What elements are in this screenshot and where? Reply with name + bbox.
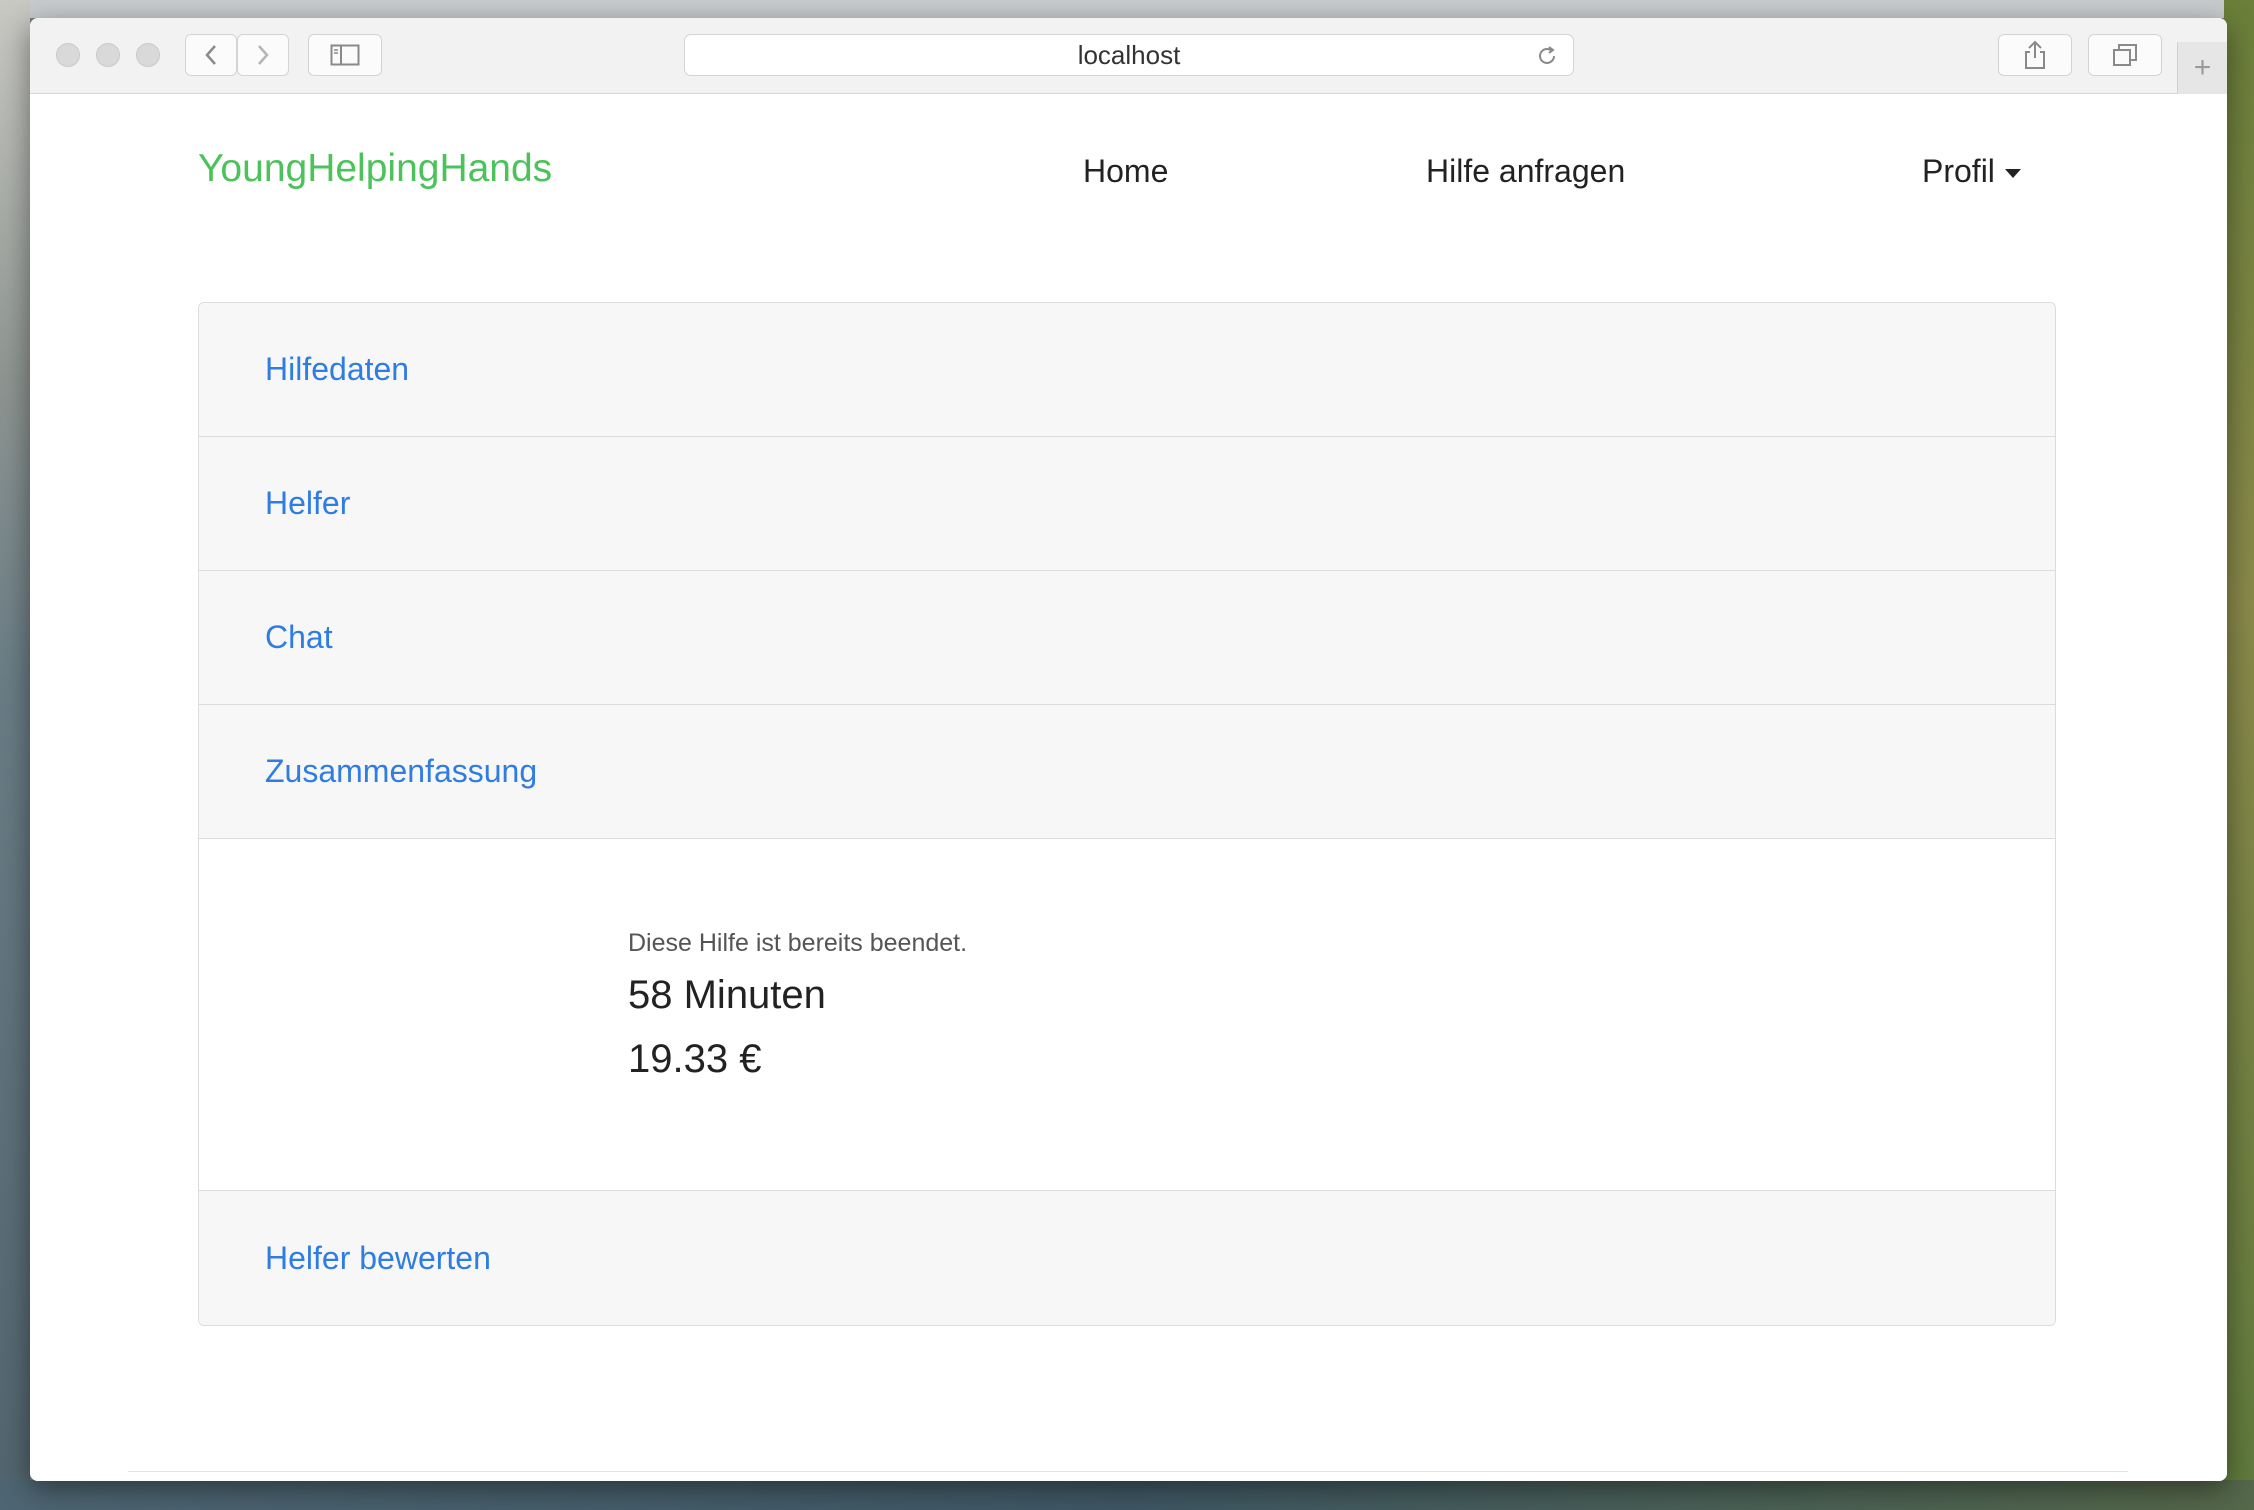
help-price: 19.33 € [628, 1037, 762, 1081]
web-page: YoungHelpingHands Home Hilfe anfragen Pr… [30, 95, 2227, 1481]
caret-down-icon [2004, 169, 2021, 179]
help-status-text: Diese Hilfe ist bereits beendet. [628, 929, 968, 957]
zoom-window-button[interactable] [136, 43, 160, 67]
reload-icon[interactable] [1535, 44, 1559, 68]
accordion-header-label: Helfer [265, 485, 351, 521]
close-window-button[interactable] [56, 43, 80, 67]
browser-toolbar: localhost + [30, 18, 2227, 94]
share-button[interactable] [1998, 34, 2072, 76]
nav-profile-label: Profil [1922, 153, 1995, 189]
accordion-header-label: Zusammenfassung [265, 753, 538, 789]
accordion-header-label: Chat [265, 619, 333, 655]
address-bar[interactable]: localhost [684, 34, 1574, 76]
chevron-left-icon [205, 45, 216, 65]
desktop-background-bottom [0, 1480, 2254, 1510]
nav-request-help-link[interactable]: Hilfe anfragen [1426, 153, 1625, 190]
nav-profile-dropdown[interactable]: Profil [1922, 153, 2021, 190]
nav-home-link[interactable]: Home [1083, 153, 1168, 190]
sidebar-toggle-button[interactable] [308, 34, 382, 76]
brand-logo-link[interactable]: YoungHelpingHands [198, 147, 552, 191]
desktop-background-left [0, 0, 30, 1510]
accordion-header-zusammenfassung[interactable]: Zusammenfassung [199, 705, 2055, 839]
accordion-header-hilfedaten[interactable]: Hilfedaten [199, 303, 2055, 437]
accordion-header-helfer[interactable]: Helfer [199, 437, 2055, 571]
accordion-header-rate-helper[interactable]: Helfer bewerten [199, 1191, 2055, 1325]
accordion-header-label: Hilfedaten [265, 351, 410, 387]
back-button[interactable] [185, 34, 237, 76]
footer-divider [128, 1471, 2128, 1472]
show-tabs-button[interactable] [2088, 34, 2162, 76]
browser-window: localhost + YoungHelpingHands Home Hilfe… [30, 18, 2227, 1481]
summary-panel: Diese Hilfe ist bereits beendet. 58 Minu… [199, 839, 2055, 1191]
plus-icon: + [2193, 51, 2212, 84]
accordion-header-chat[interactable]: Chat [199, 571, 2055, 705]
new-tab-button[interactable]: + [2177, 42, 2227, 94]
help-duration: 58 Minuten [628, 973, 826, 1017]
desktop-background-right [2224, 0, 2254, 1510]
share-icon [2025, 40, 2045, 69]
accordion-header-label: Helfer bewerten [265, 1239, 491, 1276]
tabs-overview-icon [2113, 44, 2137, 66]
chevron-right-icon [258, 45, 269, 65]
help-accordion: Hilfedaten Helfer Chat Zusammenfassung D… [198, 302, 2056, 1326]
forward-button[interactable] [237, 34, 289, 76]
sidebar-icon [330, 44, 360, 66]
address-bar-text: localhost [1077, 39, 1181, 70]
minimize-window-button[interactable] [96, 43, 120, 67]
desktop-background-top [0, 0, 2254, 18]
